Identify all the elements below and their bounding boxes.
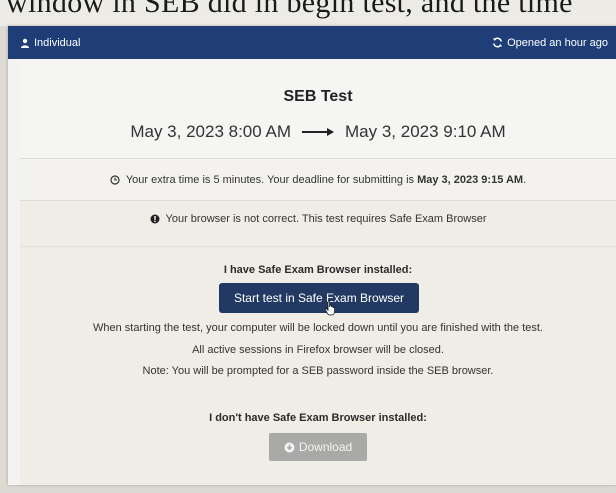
info-line-firefox: All active sessions in Firefox browser w…: [192, 344, 444, 356]
extra-time-text: Your extra time is 5 minutes. Your deadl…: [126, 174, 526, 186]
download-button-label: Download: [298, 440, 353, 454]
info-line-lockdown: When starting the test, your computer wi…: [92, 322, 543, 334]
launch-section: Your browser is not correct. This test r…: [20, 201, 616, 485]
background-window-text: window in SEB did in begin test, and the…: [0, 0, 616, 26]
header-type-label: Individual: [34, 36, 81, 49]
header-left: Individual: [20, 37, 80, 49]
download-seb-button[interactable]: Download: [269, 433, 367, 461]
hand-pointer-cursor-icon: [324, 300, 337, 321]
section-divider: [20, 246, 616, 247]
refresh-icon: [492, 37, 503, 48]
clock-icon: [110, 175, 120, 185]
test-date-range: May 3, 2023 8:00 AM May 3, 2023 9:10 AM: [20, 122, 616, 142]
browser-warning: Your browser is not correct. This test r…: [20, 213, 616, 225]
test-end-date: May 3, 2023 9:10 AM: [345, 122, 506, 141]
test-title-area: SEB Test May 3, 2023 8:00 AM May 3, 2023…: [20, 60, 616, 159]
test-start-date: May 3, 2023 8:00 AM: [130, 122, 291, 141]
deadline-value: May 3, 2023 9:15 AM: [417, 174, 524, 186]
seb-not-installed-label: I don't have Safe Exam Browser installed…: [209, 412, 427, 424]
browser-warning-text: Your browser is not correct. This test r…: [165, 213, 487, 225]
background-text: window in SEB did in begin test, and the…: [6, 0, 573, 19]
header-right: Opened an hour ago: [492, 37, 608, 49]
user-icon: [20, 38, 30, 48]
info-line-password: Note: You will be prompted for a SEB pas…: [142, 365, 494, 377]
test-title: SEB Test: [283, 88, 353, 105]
download-circle-icon: [284, 442, 295, 453]
seb-installed-label: I have Safe Exam Browser installed:: [223, 264, 413, 276]
exclamation-circle-icon: [150, 214, 160, 224]
test-card-header: Individual Opened an hour ago: [8, 26, 616, 59]
header-opened-label: Opened an hour ago: [507, 36, 608, 49]
extra-time-notice: Your extra time is 5 minutes. Your deadl…: [20, 160, 616, 201]
start-test-seb-button[interactable]: Start test in Safe Exam Browser: [219, 283, 419, 313]
extra-time-message: Your extra time is 5 minutes. Your deadl…: [125, 174, 418, 186]
long-arrow-right-icon: [301, 127, 335, 137]
extra-time-suffix: .: [523, 174, 527, 186]
